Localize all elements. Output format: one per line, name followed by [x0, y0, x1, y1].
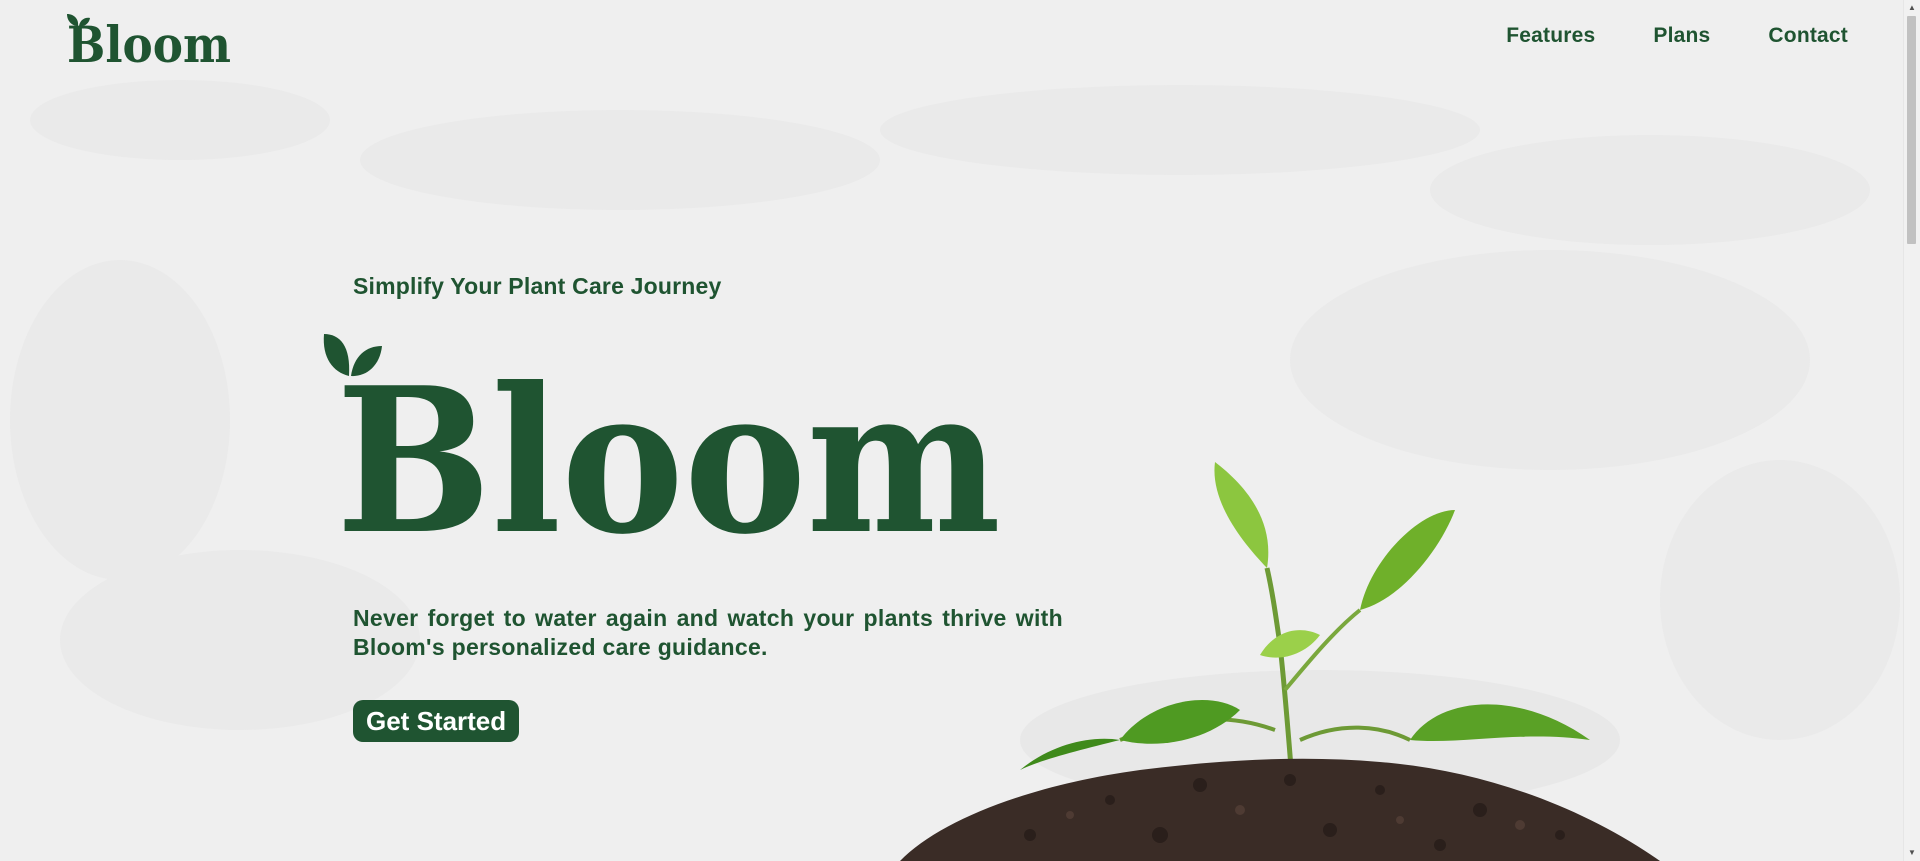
top-navigation-bar: Bloom Features Plans Contact [0, 0, 1904, 80]
plant-seedling-image [880, 440, 1740, 861]
scroll-up-arrow-icon[interactable]: ▲ [1904, 0, 1920, 16]
scroll-down-arrow-icon[interactable]: ▼ [1904, 845, 1920, 861]
main-nav: Features Plans Contact [1506, 24, 1848, 48]
scrollbar-thumb[interactable] [1907, 16, 1916, 244]
brand-logo-link[interactable]: Bloom [65, 12, 235, 68]
get-started-button[interactable]: Get Started [353, 700, 520, 742]
nav-link-features[interactable]: Features [1506, 24, 1595, 48]
brand-logo: Bloom [67, 14, 231, 68]
hero-tagline: Simplify Your Plant Care Journey [353, 273, 722, 299]
brand-logo-text: Bloom [67, 15, 231, 68]
nav-link-plans[interactable]: Plans [1653, 24, 1710, 48]
page-scrollbar[interactable]: ▲ ▼ [1903, 0, 1920, 861]
nav-link-contact[interactable]: Contact [1768, 24, 1848, 48]
